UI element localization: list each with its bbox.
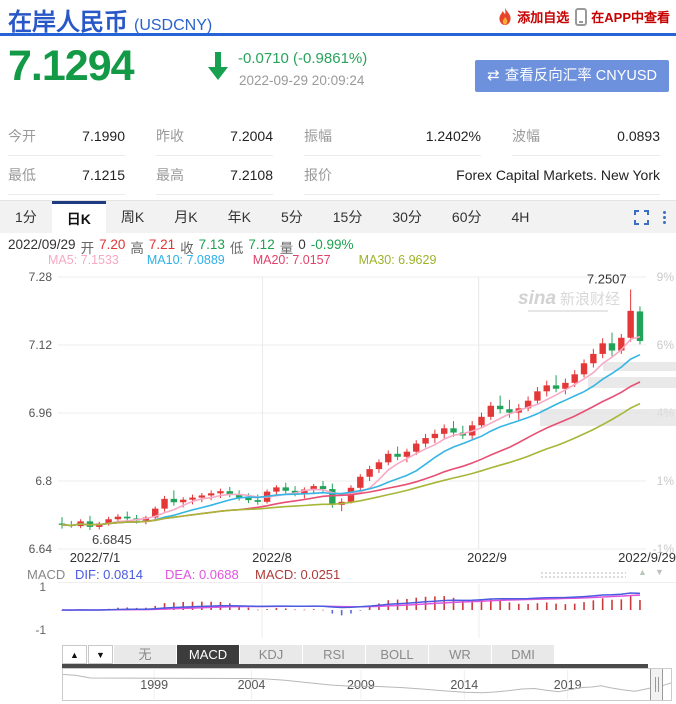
tab-30min[interactable]: 30分	[377, 201, 437, 233]
tab-daily-k[interactable]: 日K	[52, 201, 106, 233]
ma10-value: MA10: 7.0889	[147, 253, 225, 267]
tab-kdj[interactable]: KDJ	[240, 645, 302, 664]
tab-dmi[interactable]: DMI	[492, 645, 554, 664]
macd-tick: 1	[39, 582, 46, 594]
macd-tick: -1	[35, 623, 46, 637]
price-change: -0.0710 (-0.9861%)	[238, 50, 367, 67]
more-menu-icon[interactable]	[663, 211, 666, 224]
year-label: 1999	[140, 678, 168, 692]
flame-icon	[497, 8, 513, 26]
price-tick: 7.12	[29, 338, 53, 352]
ma-line	[62, 382, 640, 526]
header-divider	[0, 33, 676, 36]
ma5-value: MA5: 7.1533	[48, 253, 119, 267]
price-tick: 6.64	[29, 542, 53, 556]
stat-prev-close: 昨收7.2004	[156, 117, 273, 156]
indicator-tabbar: ▲ ▼ 无 MACD KDJ RSI BOLL WR DMI	[62, 645, 555, 664]
tab-none[interactable]: 无	[114, 645, 176, 664]
stat-low: 最低7.1215	[8, 156, 125, 195]
x-tick: 2022/9	[467, 550, 507, 565]
tab-5min[interactable]: 5分	[266, 201, 318, 233]
tab-boll[interactable]: BOLL	[366, 645, 428, 664]
page-title: 在岸人民币 (USDCNY)	[8, 2, 212, 37]
instrument-name: 在岸人民币	[8, 9, 128, 36]
collapse-down-icon[interactable]: ▼	[655, 567, 664, 577]
down-arrow-icon	[208, 52, 228, 80]
history-navigator[interactable]: 19992004200920142019	[62, 668, 672, 701]
tab-rsi[interactable]: RSI	[303, 645, 365, 664]
stat-high: 最高7.2108	[156, 156, 273, 195]
sina-watermark: sina	[518, 288, 556, 309]
tab-monthly-k[interactable]: 月K	[159, 201, 212, 233]
navigator-handle[interactable]	[650, 669, 663, 700]
fullscreen-icon[interactable]	[634, 210, 649, 225]
kline-tabbar: 1分 日K 周K 月K 年K 5分 15分 30分 60分 4H	[0, 200, 676, 233]
tab-macd[interactable]: MACD	[177, 645, 239, 664]
quote-stats: 今开7.1990 昨收7.2004 振幅1.2402% 波幅0.0893 最低7…	[8, 117, 668, 195]
svg-text:新浪财经: 新浪财经	[560, 291, 620, 308]
macd-value: MACD: 0.0251	[255, 567, 340, 582]
price-tick: 6.8	[35, 474, 52, 488]
stat-quote-source: 报价Forex Capital Markets. New York	[304, 156, 660, 195]
x-tick: 2022/9/29	[618, 550, 676, 565]
low-annotation: 6.6845	[92, 532, 132, 547]
ma20-value: MA20: 7.0157	[253, 253, 331, 267]
header: 在岸人民币 (USDCNY) 添加自选 在APP中查看	[0, 0, 676, 33]
dif-value: DIF: 0.0814	[75, 567, 143, 582]
quote-timestamp: 2022-09-29 20:09:24	[239, 73, 364, 88]
instrument-symbol: (USDCNY)	[134, 17, 212, 34]
pct-tick: 1%	[657, 474, 675, 488]
pct-tick: 6%	[657, 338, 675, 352]
stat-range: 波幅0.0893	[512, 117, 660, 156]
scroll-down-button[interactable]: ▼	[88, 645, 113, 664]
collapse-up-icon[interactable]: ▲	[638, 567, 647, 577]
last-price: 7.1294	[8, 42, 134, 91]
price-tick: 6.96	[29, 406, 53, 420]
kline-chart[interactable]: 7.289%7.126%6.964%6.81%6.64-1%sina新浪财经7.…	[0, 268, 676, 568]
macd-chart[interactable]: 1 -1	[0, 582, 676, 641]
stat-open: 今开7.1990	[8, 117, 125, 156]
view-in-app-button[interactable]: 在APP中查看	[575, 7, 670, 26]
year-label: 2009	[347, 678, 375, 692]
reverse-rate-button[interactable]: ⇄ 查看反向汇率 CNYUSD	[475, 60, 669, 92]
scroll-up-button[interactable]: ▲	[62, 645, 87, 664]
macd-title: MACD	[27, 567, 65, 582]
quote-page: 在岸人民币 (USDCNY) 添加自选 在APP中查看 7.1294 -0.071…	[0, 0, 676, 704]
tab-yearly-k[interactable]: 年K	[213, 201, 266, 233]
add-watchlist-label: 添加自选	[517, 7, 569, 26]
pct-tick: 9%	[657, 270, 675, 284]
ma30-value: MA30: 6.9629	[359, 253, 437, 267]
high-annotation: 7.2507	[587, 271, 627, 286]
year-label: 2014	[450, 678, 478, 692]
dea-value: DEA: 0.0688	[165, 567, 239, 582]
tab-15min[interactable]: 15分	[318, 201, 378, 233]
ma-legend: MA5: 7.1533 MA10: 7.0889 MA20: 7.0157 MA…	[48, 253, 436, 267]
tab-wr[interactable]: WR	[429, 645, 491, 664]
quote-block: 7.1294 -0.0710 (-0.9861%) 2022-09-29 20:…	[0, 40, 676, 110]
phone-icon	[575, 8, 587, 26]
add-watchlist-button[interactable]: 添加自选	[497, 7, 569, 26]
price-tick: 7.28	[29, 270, 53, 284]
view-in-app-label: 在APP中查看	[591, 7, 670, 26]
tab-weekly-k[interactable]: 周K	[106, 201, 159, 233]
x-tick: 2022/8	[252, 550, 292, 565]
tab-1min[interactable]: 1分	[0, 201, 52, 233]
tab-60min[interactable]: 60分	[437, 201, 497, 233]
reverse-rate-label: 查看反向汇率 CNYUSD	[505, 68, 657, 84]
tab-4h[interactable]: 4H	[496, 201, 544, 233]
swap-icon: ⇄	[487, 67, 500, 84]
drag-handle-dots[interactable]	[540, 571, 626, 579]
year-label: 2004	[238, 678, 266, 692]
stat-amplitude: 振幅1.2402%	[304, 117, 481, 156]
x-tick: 2022/7/1	[70, 550, 121, 565]
macd-legend: MACD DIF: 0.0814 DEA: 0.0688 MACD: 0.025…	[0, 567, 676, 582]
